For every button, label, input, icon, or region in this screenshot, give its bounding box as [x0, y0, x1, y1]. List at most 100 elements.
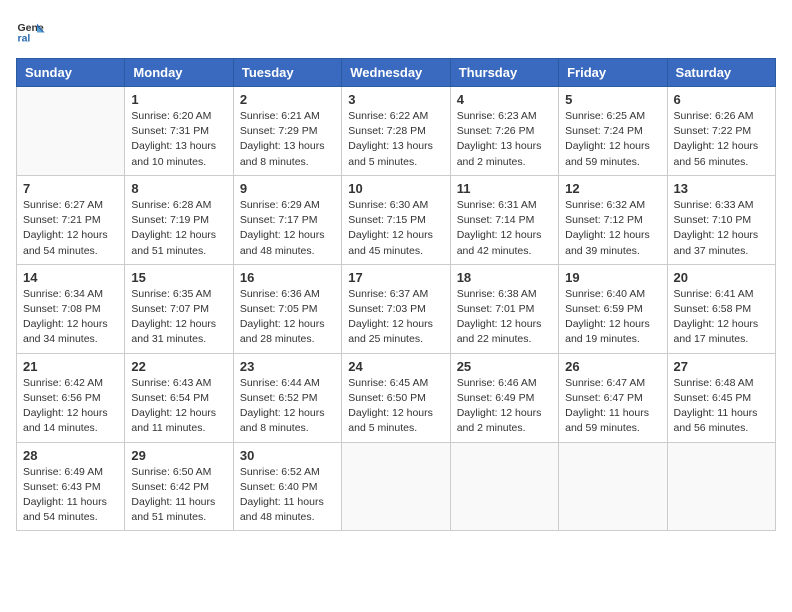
- calendar-cell: 13 Sunrise: 6:33 AM Sunset: 7:10 PM Dayli…: [667, 175, 775, 264]
- calendar-cell: 29 Sunrise: 6:50 AM Sunset: 6:42 PM Dayli…: [125, 442, 233, 531]
- day-number: 9: [240, 181, 335, 196]
- day-info: Sunrise: 6:38 AM Sunset: 7:01 PM Dayligh…: [457, 287, 552, 348]
- calendar-cell: [667, 442, 775, 531]
- day-info: Sunrise: 6:43 AM Sunset: 6:54 PM Dayligh…: [131, 376, 226, 437]
- day-number: 5: [565, 92, 660, 107]
- calendar-cell: 8 Sunrise: 6:28 AM Sunset: 7:19 PM Daylig…: [125, 175, 233, 264]
- calendar-cell: 18 Sunrise: 6:38 AM Sunset: 7:01 PM Dayli…: [450, 264, 558, 353]
- day-info: Sunrise: 6:22 AM Sunset: 7:28 PM Dayligh…: [348, 109, 443, 170]
- calendar-cell: 6Sunrise: 6:26 AM Sunset: 7:22 PM Daylig…: [667, 87, 775, 176]
- calendar-cell: 21 Sunrise: 6:42 AM Sunset: 6:56 PM Dayli…: [17, 353, 125, 442]
- calendar-cell: 20 Sunrise: 6:41 AM Sunset: 6:58 PM Dayli…: [667, 264, 775, 353]
- calendar-cell: 26Sunrise: 6:47 AM Sunset: 6:47 PM Dayli…: [559, 353, 667, 442]
- day-info: Sunrise: 6:32 AM Sunset: 7:12 PM Dayligh…: [565, 198, 660, 259]
- day-number: 21: [23, 359, 118, 374]
- calendar-cell: 2Sunrise: 6:21 AM Sunset: 7:29 PM Daylig…: [233, 87, 341, 176]
- day-number: 18: [457, 270, 552, 285]
- day-info: Sunrise: 6:44 AM Sunset: 6:52 PM Dayligh…: [240, 376, 335, 437]
- day-info: Sunrise: 6:36 AM Sunset: 7:05 PM Dayligh…: [240, 287, 335, 348]
- day-info: Sunrise: 6:48 AM Sunset: 6:45 PM Dayligh…: [674, 376, 769, 437]
- calendar-cell: [342, 442, 450, 531]
- day-info: Sunrise: 6:46 AM Sunset: 6:49 PM Dayligh…: [457, 376, 552, 437]
- day-number: 22: [131, 359, 226, 374]
- logo-icon: Gene ral: [16, 16, 46, 46]
- day-info: Sunrise: 6:52 AM Sunset: 6:40 PM Dayligh…: [240, 465, 335, 526]
- day-number: 13: [674, 181, 769, 196]
- calendar-cell: 10 Sunrise: 6:30 AM Sunset: 7:15 PM Dayli…: [342, 175, 450, 264]
- calendar-cell: 3 Sunrise: 6:22 AM Sunset: 7:28 PM Daylig…: [342, 87, 450, 176]
- day-info: Sunrise: 6:27 AM Sunset: 7:21 PM Dayligh…: [23, 198, 118, 259]
- day-info: Sunrise: 6:30 AM Sunset: 7:15 PM Dayligh…: [348, 198, 443, 259]
- calendar-cell: 5 Sunrise: 6:25 AM Sunset: 7:24 PM Daylig…: [559, 87, 667, 176]
- day-number: 10: [348, 181, 443, 196]
- svg-text:ral: ral: [18, 33, 31, 45]
- day-number: 15: [131, 270, 226, 285]
- calendar-cell: 25 Sunrise: 6:46 AM Sunset: 6:49 PM Dayli…: [450, 353, 558, 442]
- calendar-cell: 30 Sunrise: 6:52 AM Sunset: 6:40 PM Dayli…: [233, 442, 341, 531]
- day-info: Sunrise: 6:28 AM Sunset: 7:19 PM Dayligh…: [131, 198, 226, 259]
- calendar-cell: 15 Sunrise: 6:35 AM Sunset: 7:07 PM Dayli…: [125, 264, 233, 353]
- day-info: Sunrise: 6:33 AM Sunset: 7:10 PM Dayligh…: [674, 198, 769, 259]
- calendar-cell: 19 Sunrise: 6:40 AM Sunset: 6:59 PM Dayli…: [559, 264, 667, 353]
- day-info: Sunrise: 6:29 AM Sunset: 7:17 PM Dayligh…: [240, 198, 335, 259]
- calendar-cell: 7 Sunrise: 6:27 AM Sunset: 7:21 PM Daylig…: [17, 175, 125, 264]
- day-number: 28: [23, 448, 118, 463]
- day-info: Sunrise: 6:35 AM Sunset: 7:07 PM Dayligh…: [131, 287, 226, 348]
- day-info: Sunrise: 6:21 AM Sunset: 7:29 PM Dayligh…: [240, 109, 335, 170]
- calendar-cell: [450, 442, 558, 531]
- day-number: 11: [457, 181, 552, 196]
- calendar-cell: 11 Sunrise: 6:31 AM Sunset: 7:14 PM Dayli…: [450, 175, 558, 264]
- day-info: Sunrise: 6:49 AM Sunset: 6:43 PM Dayligh…: [23, 465, 118, 526]
- day-number: 12: [565, 181, 660, 196]
- calendar-cell: 23Sunrise: 6:44 AM Sunset: 6:52 PM Dayli…: [233, 353, 341, 442]
- calendar-cell: 22 Sunrise: 6:43 AM Sunset: 6:54 PM Dayli…: [125, 353, 233, 442]
- calendar-table: SundayMondayTuesdayWednesdayThursdayFrid…: [16, 58, 776, 531]
- day-info: Sunrise: 6:37 AM Sunset: 7:03 PM Dayligh…: [348, 287, 443, 348]
- calendar-cell: [559, 442, 667, 531]
- day-number: 30: [240, 448, 335, 463]
- day-number: 16: [240, 270, 335, 285]
- calendar-cell: [17, 87, 125, 176]
- calendar-week-row: 28 Sunrise: 6:49 AM Sunset: 6:43 PM Dayli…: [17, 442, 776, 531]
- calendar-week-row: 14Sunrise: 6:34 AM Sunset: 7:08 PM Dayli…: [17, 264, 776, 353]
- day-number: 3: [348, 92, 443, 107]
- day-info: Sunrise: 6:41 AM Sunset: 6:58 PM Dayligh…: [674, 287, 769, 348]
- day-info: Sunrise: 6:26 AM Sunset: 7:22 PM Dayligh…: [674, 109, 769, 170]
- day-number: 7: [23, 181, 118, 196]
- header-thursday: Thursday: [450, 59, 558, 87]
- day-info: Sunrise: 6:20 AM Sunset: 7:31 PM Dayligh…: [131, 109, 226, 170]
- calendar-cell: 27 Sunrise: 6:48 AM Sunset: 6:45 PM Dayli…: [667, 353, 775, 442]
- day-number: 1: [131, 92, 226, 107]
- day-number: 19: [565, 270, 660, 285]
- day-number: 25: [457, 359, 552, 374]
- header-saturday: Saturday: [667, 59, 775, 87]
- header-friday: Friday: [559, 59, 667, 87]
- calendar-cell: 9 Sunrise: 6:29 AM Sunset: 7:17 PM Daylig…: [233, 175, 341, 264]
- header-tuesday: Tuesday: [233, 59, 341, 87]
- header: Gene ral: [16, 16, 776, 46]
- day-info: Sunrise: 6:23 AM Sunset: 7:26 PM Dayligh…: [457, 109, 552, 170]
- calendar-cell: 4 Sunrise: 6:23 AM Sunset: 7:26 PM Daylig…: [450, 87, 558, 176]
- day-info: Sunrise: 6:50 AM Sunset: 6:42 PM Dayligh…: [131, 465, 226, 526]
- day-number: 17: [348, 270, 443, 285]
- day-number: 29: [131, 448, 226, 463]
- calendar-header-row: SundayMondayTuesdayWednesdayThursdayFrid…: [17, 59, 776, 87]
- header-wednesday: Wednesday: [342, 59, 450, 87]
- day-number: 4: [457, 92, 552, 107]
- calendar-week-row: 1 Sunrise: 6:20 AM Sunset: 7:31 PM Daylig…: [17, 87, 776, 176]
- day-number: 20: [674, 270, 769, 285]
- day-number: 14: [23, 270, 118, 285]
- day-number: 27: [674, 359, 769, 374]
- day-info: Sunrise: 6:25 AM Sunset: 7:24 PM Dayligh…: [565, 109, 660, 170]
- calendar-cell: 28 Sunrise: 6:49 AM Sunset: 6:43 PM Dayli…: [17, 442, 125, 531]
- day-info: Sunrise: 6:31 AM Sunset: 7:14 PM Dayligh…: [457, 198, 552, 259]
- calendar-cell: 17 Sunrise: 6:37 AM Sunset: 7:03 PM Dayli…: [342, 264, 450, 353]
- day-number: 24: [348, 359, 443, 374]
- day-info: Sunrise: 6:42 AM Sunset: 6:56 PM Dayligh…: [23, 376, 118, 437]
- calendar-cell: 16 Sunrise: 6:36 AM Sunset: 7:05 PM Dayli…: [233, 264, 341, 353]
- day-info: Sunrise: 6:40 AM Sunset: 6:59 PM Dayligh…: [565, 287, 660, 348]
- day-info: Sunrise: 6:47 AM Sunset: 6:47 PM Dayligh…: [565, 376, 660, 437]
- calendar-cell: 1 Sunrise: 6:20 AM Sunset: 7:31 PM Daylig…: [125, 87, 233, 176]
- header-monday: Monday: [125, 59, 233, 87]
- day-number: 8: [131, 181, 226, 196]
